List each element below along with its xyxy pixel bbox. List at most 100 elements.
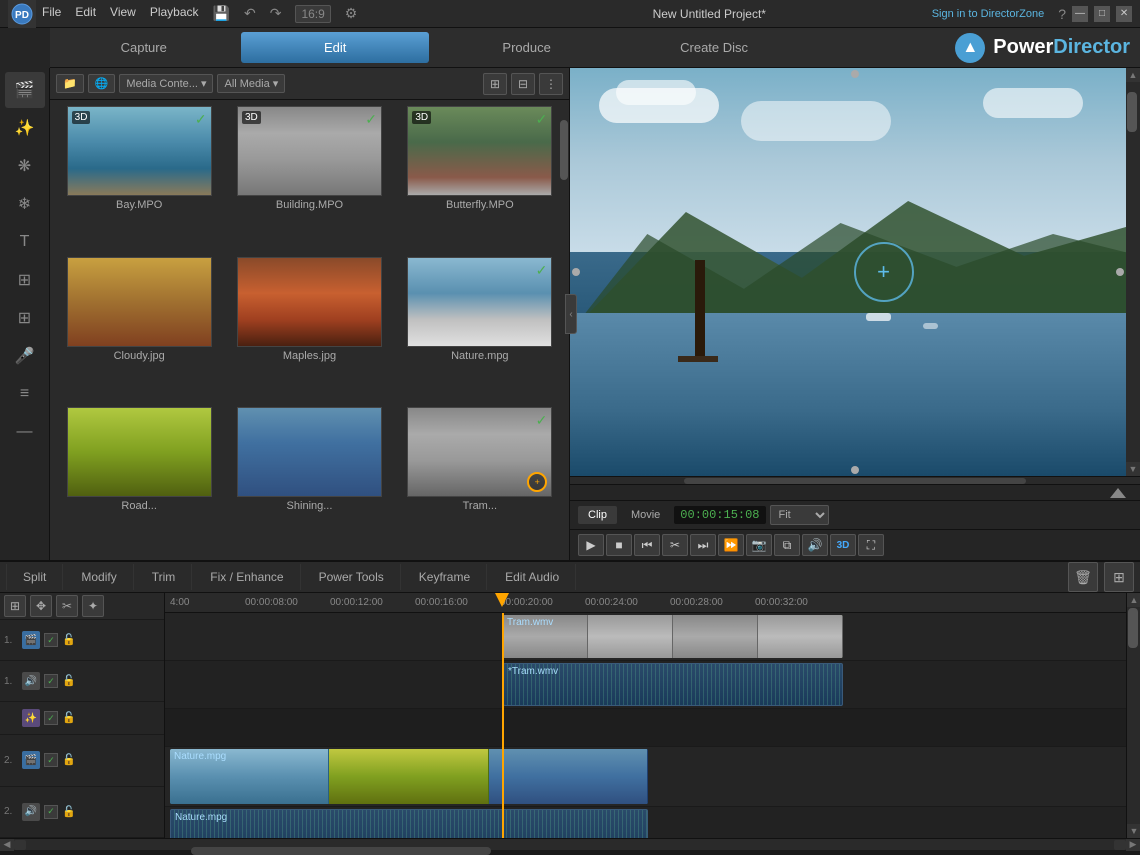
- 3d-button[interactable]: 3D: [830, 534, 856, 556]
- edit-button[interactable]: Edit: [241, 32, 428, 63]
- edit-audio-tool-btn[interactable]: Edit Audio: [489, 564, 576, 590]
- screenshot-button[interactable]: 📷: [746, 534, 772, 556]
- list-view-btn[interactable]: ⊞: [483, 73, 507, 95]
- track-lock-icon[interactable]: 🔓: [62, 633, 76, 647]
- fast-forward-button[interactable]: ⏩: [718, 534, 744, 556]
- menu-file[interactable]: File: [42, 5, 61, 23]
- fix-enhance-tool-btn[interactable]: Fix / Enhance: [194, 564, 300, 590]
- sidebar-media-icon[interactable]: 🎬: [5, 72, 45, 108]
- timeline-scroll-down[interactable]: ▼: [1127, 824, 1140, 838]
- aspect-ratio-btn[interactable]: 16:9: [295, 5, 330, 23]
- sidebar-audio-tools-icon[interactable]: ⊞: [5, 300, 45, 336]
- scroll-up-btn[interactable]: ▲: [1126, 68, 1140, 82]
- sign-in-link[interactable]: Sign in to DirectorZone: [932, 8, 1045, 20]
- power-tools-btn[interactable]: Power Tools: [303, 564, 401, 590]
- preview-hscrollbar-thumb[interactable]: [684, 478, 1026, 484]
- track-magic-tool[interactable]: ✦: [82, 595, 104, 617]
- produce-button[interactable]: Produce: [433, 32, 620, 63]
- media-type-filter[interactable]: All Media ▾: [217, 74, 285, 93]
- zoom-select[interactable]: Fit 50% 100%: [770, 505, 829, 525]
- tram-clip[interactable]: Tram.wmv Tram.wmv: [503, 615, 843, 658]
- minimize-button[interactable]: —: [1072, 6, 1088, 22]
- play-button[interactable]: ▶: [578, 534, 604, 556]
- volume-button[interactable]: 🔊: [802, 534, 828, 556]
- zoom-plus[interactable]: [1114, 840, 1126, 850]
- save-icon[interactable]: 💾: [213, 5, 230, 23]
- timeline-scroll-right[interactable]: ▶: [1126, 839, 1140, 851]
- track-lock-icon[interactable]: 🔓: [62, 805, 76, 819]
- list-item[interactable]: + ✓ Tram...: [397, 407, 563, 554]
- sidebar-transitions-icon[interactable]: ❋: [5, 148, 45, 184]
- timeline-scroll-up[interactable]: ▲: [1127, 593, 1140, 607]
- track-move-tool[interactable]: ✥: [30, 595, 52, 617]
- create-disc-button[interactable]: Create Disc: [620, 32, 807, 63]
- menu-playback[interactable]: Playback: [150, 5, 199, 23]
- track-visibility-check[interactable]: ✓: [44, 633, 58, 647]
- menu-edit[interactable]: Edit: [75, 5, 96, 23]
- track-visibility-check[interactable]: ✓: [44, 753, 58, 767]
- media-options-btn[interactable]: ⋮: [539, 73, 563, 95]
- track-mute-check[interactable]: ✓: [44, 674, 58, 688]
- track-lock-icon[interactable]: 🔓: [62, 674, 76, 688]
- list-item[interactable]: 3D ✓ Butterfly.MPO: [397, 106, 563, 253]
- delete-clip-btn[interactable]: 🗑: [1068, 562, 1098, 592]
- track-visibility-check[interactable]: ✓: [44, 711, 58, 725]
- list-item[interactable]: Road...: [56, 407, 222, 554]
- preview-handle-left[interactable]: [572, 268, 580, 276]
- track-select-tool[interactable]: ⊞: [4, 595, 26, 617]
- track-lock-icon[interactable]: 🔓: [62, 711, 76, 725]
- sidebar-particles-icon[interactable]: ❄: [5, 186, 45, 222]
- menu-view[interactable]: View: [110, 5, 136, 23]
- nature-video-clip[interactable]: Nature.mpg Nature.mpg: [170, 749, 648, 804]
- next-frame-button[interactable]: ⏭: [690, 534, 716, 556]
- split-tool-btn[interactable]: Split: [6, 564, 63, 590]
- tram-audio-clip[interactable]: *Tram.wmv: [503, 663, 843, 706]
- preview-handle-top[interactable]: [851, 70, 859, 78]
- list-item[interactable]: Maples.jpg: [226, 257, 392, 404]
- capture-button[interactable]: Capture: [50, 32, 237, 63]
- timeline-vscroll-thumb[interactable]: [1128, 608, 1138, 648]
- nature-audio-clip[interactable]: Nature.mpg: [170, 809, 648, 838]
- sidebar-chapters-icon[interactable]: ≡: [5, 376, 45, 412]
- import-folder-btn[interactable]: 📁: [56, 74, 84, 93]
- sidebar-subtitles-icon[interactable]: —: [5, 414, 45, 450]
- sidebar-pip-icon[interactable]: ⊞: [5, 262, 45, 298]
- list-item[interactable]: Shining...: [226, 407, 392, 554]
- track-lock-icon[interactable]: 🔓: [62, 753, 76, 767]
- list-item[interactable]: Cloudy.jpg: [56, 257, 222, 404]
- list-item[interactable]: 3D ✓ Bay.MPO: [56, 106, 222, 253]
- media-scrollbar-thumb[interactable]: [560, 120, 568, 180]
- sidebar-mic-icon[interactable]: 🎤: [5, 338, 45, 374]
- redo-icon[interactable]: ↷: [270, 5, 282, 23]
- undo-icon[interactable]: ↶: [244, 5, 256, 23]
- sidebar-effects-icon[interactable]: ✨: [5, 110, 45, 146]
- fullscreen-button[interactable]: ⛶: [858, 534, 884, 556]
- preview-handle-right[interactable]: [1116, 268, 1124, 276]
- scroll-down-btn[interactable]: ▼: [1126, 462, 1140, 476]
- trim-tool-btn[interactable]: Trim: [136, 564, 193, 590]
- clip-tab[interactable]: Clip: [578, 506, 617, 524]
- list-item[interactable]: 3D ✓ Building.MPO: [226, 106, 392, 253]
- import-web-btn[interactable]: 🌐: [88, 74, 116, 93]
- keyframe-tool-btn[interactable]: Keyframe: [403, 564, 487, 590]
- media-content-filter[interactable]: Media Conte... ▾: [119, 74, 213, 93]
- help-icon[interactable]: ?: [1058, 6, 1066, 22]
- timeline-hscroll-thumb[interactable]: [191, 847, 491, 855]
- split-button[interactable]: ✂: [662, 534, 688, 556]
- stop-button[interactable]: ■: [606, 534, 632, 556]
- track-cut-tool[interactable]: ✂: [56, 595, 78, 617]
- panel-collapse-btn[interactable]: ‹: [565, 294, 577, 334]
- prev-frame-button[interactable]: ⏮: [634, 534, 660, 556]
- timeline-options-btn[interactable]: ⊞: [1104, 562, 1134, 592]
- timeline-scroll-left[interactable]: ◀: [0, 839, 14, 851]
- zoom-minus[interactable]: [14, 840, 26, 850]
- grid-view-btn[interactable]: ⊟: [511, 73, 535, 95]
- maximize-button[interactable]: □: [1094, 6, 1110, 22]
- list-item[interactable]: ✓ Nature.mpg: [397, 257, 563, 404]
- preview-handle-bottom[interactable]: [851, 466, 859, 474]
- settings-icon[interactable]: ⚙: [345, 5, 358, 23]
- modify-tool-btn[interactable]: Modify: [65, 564, 133, 590]
- zoom-triangle[interactable]: [1110, 488, 1126, 498]
- sidebar-text-icon[interactable]: T: [5, 224, 45, 260]
- movie-tab[interactable]: Movie: [621, 506, 670, 524]
